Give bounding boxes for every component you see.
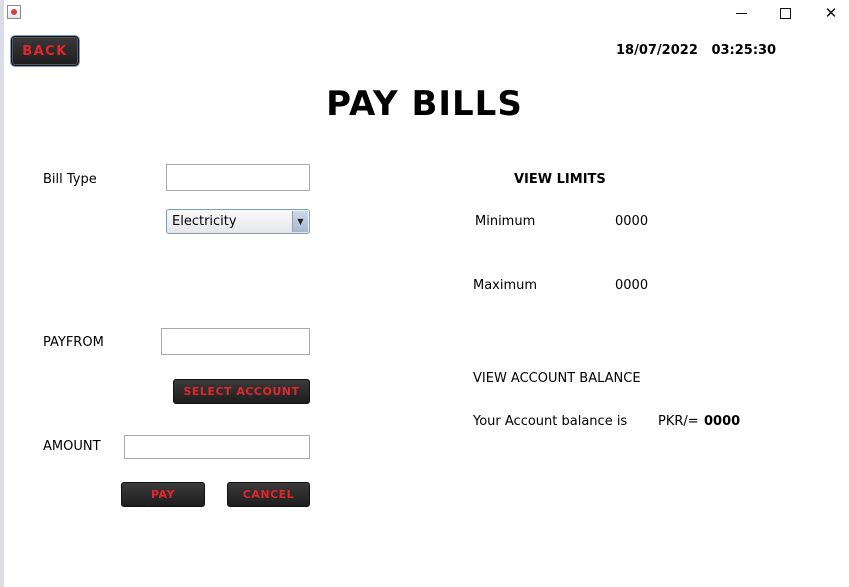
view-balance-heading: VIEW ACCOUNT BALANCE bbox=[473, 371, 641, 386]
datetime-display: 18/07/2022 03:25:30 bbox=[616, 43, 776, 58]
payfrom-label: PAYFROM bbox=[43, 335, 104, 350]
maximum-label: Maximum bbox=[473, 278, 538, 293]
minimum-label: Minimum bbox=[475, 214, 536, 229]
amount-label: AMOUNT bbox=[43, 439, 101, 454]
java-app-icon bbox=[7, 5, 21, 19]
balance-currency: PKR/= bbox=[658, 414, 699, 429]
maximize-icon[interactable] bbox=[770, 2, 800, 24]
cancel-button[interactable]: CANCEL bbox=[227, 482, 310, 507]
bill-type-field[interactable] bbox=[166, 164, 310, 191]
payfrom-field[interactable] bbox=[161, 328, 310, 355]
date-text: 18/07/2022 bbox=[616, 43, 698, 58]
maximum-value: 0000 bbox=[615, 278, 649, 293]
pay-button[interactable]: PAY bbox=[121, 482, 205, 507]
bill-type-label: Bill Type bbox=[43, 172, 97, 187]
minimum-value: 0000 bbox=[615, 214, 649, 229]
page-title: PAY BILLS bbox=[326, 84, 523, 124]
balance-text: Your Account balance is bbox=[473, 414, 628, 429]
minimize-icon[interactable] bbox=[726, 2, 756, 24]
balance-value: 0000 bbox=[704, 414, 741, 429]
amount-field[interactable] bbox=[124, 435, 310, 459]
close-icon[interactable]: ✕ bbox=[816, 2, 846, 24]
chevron-down-icon[interactable]: ▼ bbox=[292, 211, 308, 232]
back-button[interactable]: BACK bbox=[11, 36, 79, 66]
bill-type-selected: Electricity bbox=[172, 214, 237, 229]
view-limits-heading: VIEW LIMITS bbox=[514, 172, 606, 187]
select-account-button[interactable]: SELECT ACCOUNT bbox=[173, 379, 310, 404]
time-text: 03:25:30 bbox=[711, 43, 777, 58]
bill-type-dropdown[interactable]: Electricity ▼ bbox=[166, 209, 310, 234]
